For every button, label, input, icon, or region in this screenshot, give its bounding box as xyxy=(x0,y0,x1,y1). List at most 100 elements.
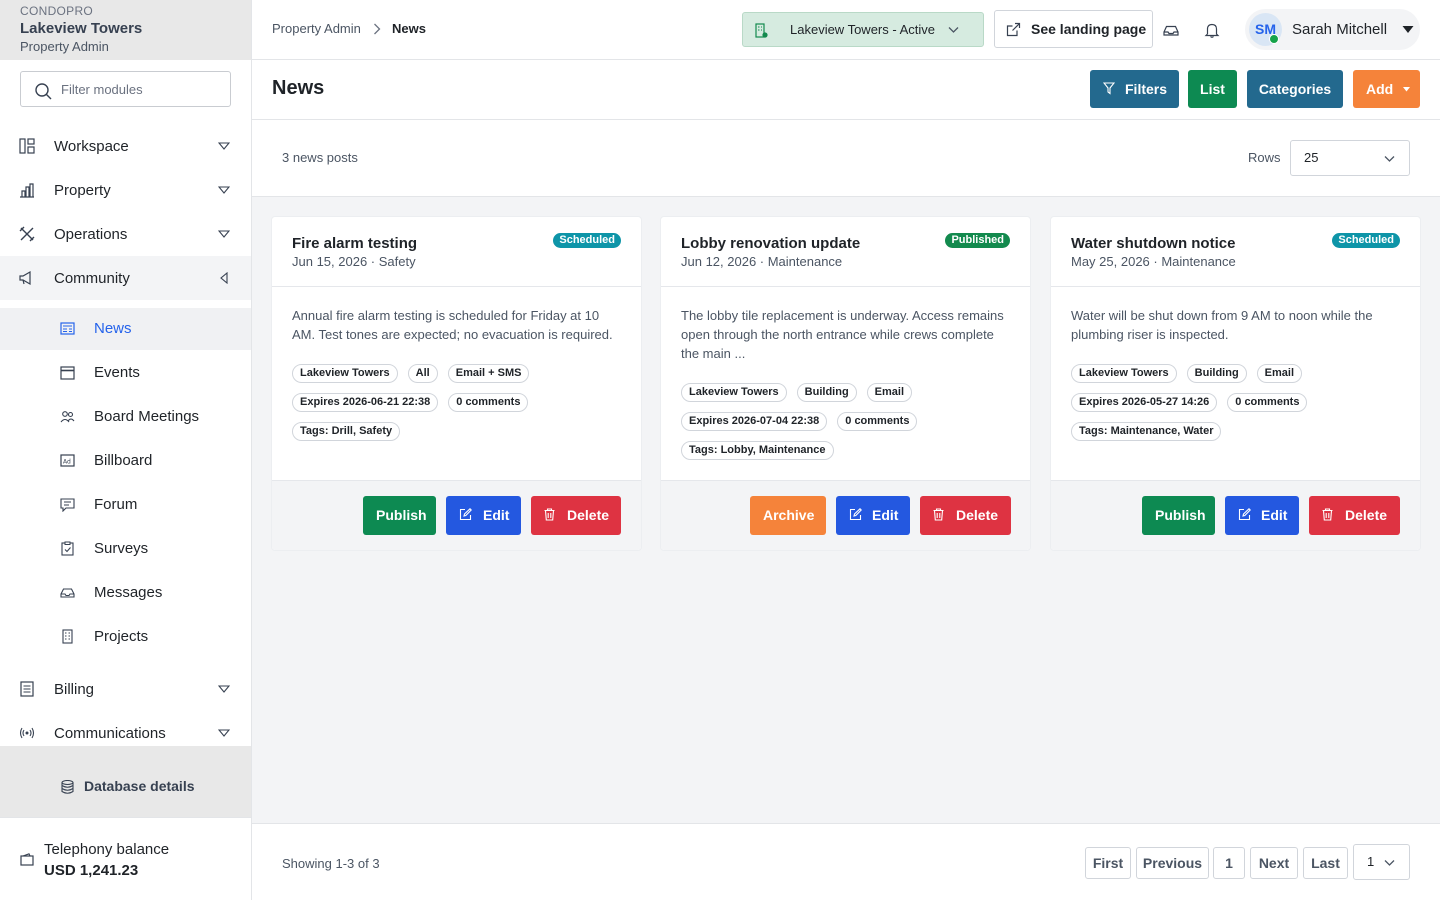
edit-button[interactable]: Edit xyxy=(446,496,521,535)
first-page-button[interactable]: First xyxy=(1085,847,1131,879)
nav-surveys[interactable]: Surveys xyxy=(0,528,251,570)
news-meta: Jun 15, 2026 · Safety xyxy=(292,254,416,269)
chip-property: Lakeview Towers xyxy=(681,383,787,402)
trash-icon xyxy=(1322,508,1333,521)
property-name: Lakeview Towers xyxy=(20,20,143,37)
page-number-button[interactable]: 1 xyxy=(1213,847,1245,879)
nav-news-label: News xyxy=(94,320,132,337)
rows-per-page-select[interactable]: 25 xyxy=(1290,140,1410,176)
delete-label: Delete xyxy=(956,507,999,523)
trash-icon xyxy=(933,508,944,521)
caret-down-icon xyxy=(218,186,230,194)
nav-community[interactable]: Community xyxy=(0,256,251,300)
filter-modules-input[interactable] xyxy=(61,80,221,98)
edit-button[interactable]: Edit xyxy=(836,496,910,535)
nav-projects[interactable]: Projects xyxy=(0,616,251,658)
card-divider xyxy=(661,286,1030,287)
chip-property: Lakeview Towers xyxy=(1071,364,1177,383)
receipt-icon xyxy=(20,681,34,697)
card-actions: Archive Edit Delete xyxy=(661,480,1030,550)
list-button[interactable]: List xyxy=(1188,70,1237,108)
bell-icon[interactable] xyxy=(1204,22,1220,38)
chip-channel: Email xyxy=(866,383,913,402)
news-title[interactable]: Lobby renovation update xyxy=(681,235,860,252)
nav-events[interactable]: Events xyxy=(0,352,251,394)
tools-icon xyxy=(19,226,35,242)
news-chips: Lakeview Towers All Email + SMS Expires 20… xyxy=(292,364,632,451)
clipboard-icon xyxy=(61,541,74,556)
news-card: Fire alarm testing Jun 15, 2026 · Safety… xyxy=(272,217,641,550)
chip-expires: Expires 2026-07-04 22:38 xyxy=(681,412,828,431)
property-selector[interactable]: Lakeview Towers - Active xyxy=(742,12,984,47)
page-title: News xyxy=(272,77,325,99)
user-name: Sarah Mitchell xyxy=(1292,21,1388,38)
nav-communications-label: Communications xyxy=(54,724,166,742)
telephony-balance: Telephony balance USD 1,241.23 xyxy=(0,817,251,900)
delete-label: Delete xyxy=(1345,507,1388,523)
news-title[interactable]: Fire alarm testing xyxy=(292,235,417,252)
nav-workspace-label: Workspace xyxy=(54,137,129,155)
nav-billing[interactable]: Billing xyxy=(0,667,251,711)
brand-block: CONDOPRO Lakeview Towers Property Admin xyxy=(0,0,251,60)
edit-icon xyxy=(1238,508,1251,521)
categories-button[interactable]: Categories xyxy=(1247,70,1343,108)
office-icon xyxy=(62,629,73,644)
edit-button[interactable]: Edit xyxy=(1225,496,1299,535)
topbar: Property Admin News Lakeview Towers - Ac… xyxy=(252,0,1440,60)
see-landing-page-button[interactable]: See landing page xyxy=(994,10,1153,48)
last-page-button[interactable]: Last xyxy=(1303,847,1348,879)
chip-property: Lakeview Towers xyxy=(292,364,398,383)
newspaper-icon xyxy=(60,322,75,335)
external-link-icon xyxy=(1006,22,1021,37)
add-button[interactable]: Add xyxy=(1353,70,1420,108)
nav-board-meetings[interactable]: Board Meetings xyxy=(0,396,251,438)
delete-button[interactable]: Delete xyxy=(531,496,621,535)
chip-expires: Expires 2026-05-27 14:26 xyxy=(1071,393,1218,412)
breadcrumb-property-admin[interactable]: Property Admin xyxy=(272,21,361,36)
nav-forum[interactable]: Forum xyxy=(0,484,251,526)
nav-billboard[interactable]: Ad Billboard xyxy=(0,440,251,482)
status-badge: Published xyxy=(945,233,1010,248)
filter-icon xyxy=(1103,82,1115,95)
nav-news[interactable]: News xyxy=(0,308,251,350)
previous-page-button[interactable]: Previous xyxy=(1136,847,1209,879)
search-icon xyxy=(35,83,52,100)
delete-button[interactable]: Delete xyxy=(1309,496,1400,535)
chat-icon xyxy=(60,498,75,512)
page-select[interactable]: 1 xyxy=(1353,844,1410,880)
publish-button[interactable]: Publish xyxy=(1142,496,1215,535)
nav-workspace[interactable]: Workspace xyxy=(0,124,251,168)
delete-button[interactable]: Delete xyxy=(920,496,1011,535)
app-name: CONDOPRO xyxy=(20,4,94,18)
broadcast-icon xyxy=(19,727,35,739)
status-badge: Scheduled xyxy=(553,233,621,248)
nav-property[interactable]: Property xyxy=(0,168,251,212)
nav-billboard-label: Billboard xyxy=(94,452,153,469)
publish-button[interactable]: Publish xyxy=(363,496,436,535)
news-title[interactable]: Water shutdown notice xyxy=(1071,235,1235,252)
chip-tags: Tags: Drill, Safety xyxy=(292,422,401,441)
news-excerpt: Annual fire alarm testing is scheduled f… xyxy=(292,308,613,342)
nav-community-label: Community xyxy=(54,269,130,287)
user-menu[interactable]: SM Sarah Mitchell xyxy=(1245,9,1420,50)
database-details-link[interactable]: Database details xyxy=(0,746,251,817)
inbox-icon[interactable] xyxy=(1163,22,1179,38)
inbox-icon xyxy=(60,588,75,598)
caret-down-icon xyxy=(218,230,230,238)
chevron-down-icon xyxy=(948,27,959,33)
telephony-balance-label: Telephony balance xyxy=(44,841,170,858)
filter-modules-field[interactable] xyxy=(20,71,231,107)
nav-operations[interactable]: Operations xyxy=(0,212,251,256)
archive-button[interactable]: Archive xyxy=(750,496,826,535)
chip-comments: 0 comments xyxy=(1227,393,1308,412)
rows-per-page-value: 25 xyxy=(1304,150,1319,165)
nav-messages[interactable]: Messages xyxy=(0,572,251,614)
news-chips: Lakeview Towers Building Email Expires 202… xyxy=(1071,364,1411,451)
chip-channel: Email xyxy=(1256,364,1303,383)
news-excerpt: Water will be shut down from 9 AM to noo… xyxy=(1071,308,1373,342)
nav-surveys-label: Surveys xyxy=(94,540,149,557)
edit-icon xyxy=(849,508,862,521)
filters-button[interactable]: Filters xyxy=(1090,70,1179,108)
nav-projects-label: Projects xyxy=(94,628,149,645)
next-page-button[interactable]: Next xyxy=(1250,847,1298,879)
